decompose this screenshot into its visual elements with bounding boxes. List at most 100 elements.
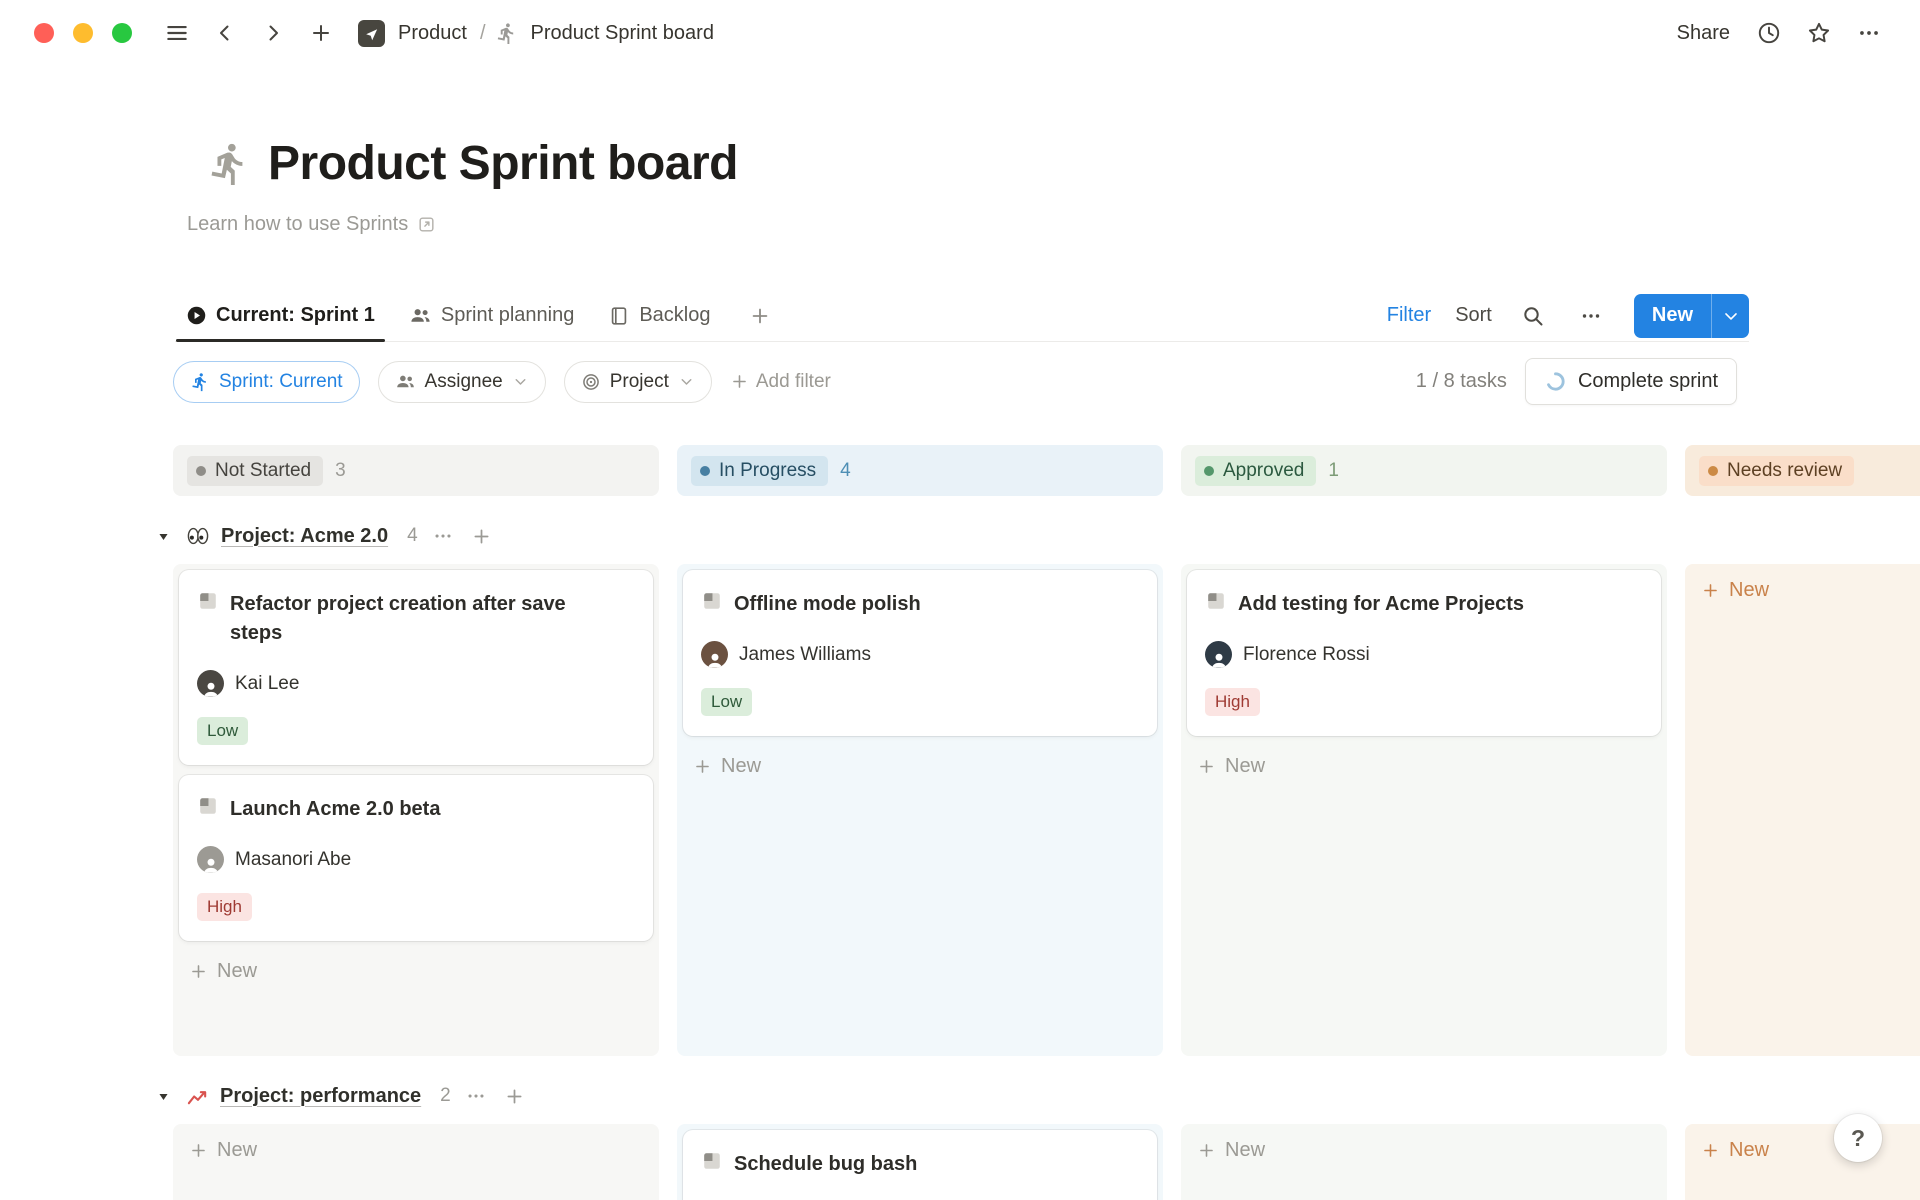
share-button[interactable]: Share [1667, 16, 1740, 51]
column-count: 1 [1328, 460, 1339, 482]
board-cell-needs-review: New [1685, 564, 1920, 1056]
group-header: Project: performance 2 [151, 1082, 1920, 1110]
board-cell-in-progress: Schedule bug bash [677, 1124, 1163, 1200]
new-dropdown-icon[interactable] [1711, 294, 1749, 338]
card-title: Launch Acme 2.0 beta [230, 795, 440, 824]
runner-icon-large[interactable] [206, 141, 252, 187]
avatar [1205, 641, 1232, 668]
complete-sprint-button[interactable]: Complete sprint [1525, 358, 1737, 405]
group-more-icon[interactable] [462, 1082, 490, 1110]
new-card-button[interactable]: New [179, 1130, 653, 1171]
card-title: Refactor project creation after save ste… [230, 590, 610, 648]
task-card[interactable]: Launch Acme 2.0 beta Masanori Abe High [179, 775, 653, 941]
tab-backlog[interactable]: Backlog [608, 290, 710, 341]
new-card-button[interactable]: New [179, 951, 653, 992]
favorite-icon[interactable] [1798, 12, 1840, 54]
add-view-icon[interactable] [745, 301, 775, 331]
board-cell-needs-review: New [1685, 1124, 1920, 1200]
project-filter-pill[interactable]: Project [564, 361, 712, 403]
sort-button[interactable]: Sort [1455, 304, 1492, 327]
column-header-approved[interactable]: Approved 1 [1181, 445, 1667, 496]
new-card-button[interactable]: New [1691, 570, 1920, 611]
card-title: Offline mode polish [734, 590, 921, 619]
column-header-not-started[interactable]: Not Started 3 [173, 445, 659, 496]
learn-sprints-link[interactable]: Learn how to use Sprints [187, 213, 436, 236]
breadcrumb-current[interactable]: Product Sprint board [527, 19, 718, 48]
collapse-group-icon[interactable] [151, 524, 175, 548]
group-add-icon[interactable] [468, 522, 496, 550]
group-title[interactable]: Project: Acme 2.0 [221, 525, 388, 548]
task-card[interactable]: Add testing for Acme Projects Florence R… [1187, 570, 1661, 736]
history-icon[interactable] [1748, 12, 1790, 54]
tab-sprint-planning[interactable]: Sprint planning [409, 290, 574, 341]
column-header-needs-review[interactable]: Needs review [1685, 445, 1920, 496]
status-dot [700, 466, 710, 476]
collapse-group-icon[interactable] [151, 1084, 175, 1108]
learn-link-label: Learn how to use Sprints [187, 213, 408, 236]
task-card[interactable]: Offline mode polish James Williams Low [683, 570, 1157, 736]
nav-back-icon[interactable] [204, 12, 246, 54]
column-title: In Progress [719, 460, 816, 482]
assignee-name: James Williams [739, 644, 871, 666]
new-split-button: New [1634, 294, 1749, 338]
view-options-icon[interactable] [1574, 299, 1608, 333]
help-button[interactable]: ? [1834, 1114, 1882, 1162]
task-card[interactable]: Schedule bug bash [683, 1130, 1157, 1200]
avatar [701, 641, 728, 668]
priority-tag: High [1205, 688, 1260, 716]
column-count: 4 [840, 460, 851, 482]
project-filter-label: Project [610, 371, 669, 393]
assignee-name: Masanori Abe [235, 849, 351, 871]
sprint-filter-label: Sprint: Current [219, 371, 343, 393]
external-link-icon [417, 215, 436, 234]
zoom-window-button[interactable] [112, 23, 132, 43]
nav-forward-icon[interactable] [252, 12, 294, 54]
assignee-filter-pill[interactable]: Assignee [378, 361, 546, 403]
group-add-icon[interactable] [501, 1082, 529, 1110]
people-icon [395, 371, 416, 392]
new-card-button[interactable]: New [683, 746, 1157, 787]
new-card-button[interactable]: New [1691, 1130, 1920, 1171]
card-title: Add testing for Acme Projects [1238, 590, 1524, 619]
group-title[interactable]: Project: performance [220, 1085, 421, 1108]
filter-button[interactable]: Filter [1387, 304, 1431, 327]
close-window-button[interactable] [34, 23, 54, 43]
plus-icon [189, 1141, 208, 1160]
minimize-window-button[interactable] [73, 23, 93, 43]
search-icon[interactable] [1516, 299, 1550, 333]
chevron-down-icon [512, 373, 529, 390]
assignee-name: Kai Lee [235, 673, 299, 695]
plus-icon [693, 757, 712, 776]
window-titlebar: Product / Product Sprint board Share [0, 0, 1920, 66]
board-cell-not-started: New [173, 1124, 659, 1200]
play-icon [186, 305, 207, 326]
sprint-filter-pill[interactable]: Sprint: Current [173, 361, 360, 403]
new-card-button[interactable]: New [1187, 746, 1661, 787]
sidebar-menu-icon[interactable] [156, 12, 198, 54]
new-button[interactable]: New [1634, 294, 1711, 338]
tab-label: Sprint planning [441, 304, 574, 327]
page-icon [1205, 590, 1227, 612]
page-title[interactable]: Product Sprint board [268, 136, 738, 191]
teamspace-icon [358, 20, 385, 47]
group-count: 4 [407, 525, 418, 547]
avatar [197, 846, 224, 873]
tab-current-sprint[interactable]: Current: Sprint 1 [186, 290, 375, 341]
new-page-icon[interactable] [300, 12, 342, 54]
tab-label: Backlog [639, 304, 710, 327]
breadcrumb-root[interactable]: Product [394, 19, 471, 48]
more-icon[interactable] [1848, 12, 1890, 54]
task-card[interactable]: Refactor project creation after save ste… [179, 570, 653, 765]
group-more-icon[interactable] [429, 522, 457, 550]
column-header-in-progress[interactable]: In Progress 4 [677, 445, 1163, 496]
new-card-button[interactable]: New [1187, 1130, 1661, 1171]
plus-icon [1197, 1141, 1216, 1160]
board-cell-approved: Add testing for Acme Projects Florence R… [1181, 564, 1667, 1056]
task-count: 1 / 8 tasks [1416, 370, 1507, 393]
target-icon [581, 372, 601, 392]
complete-sprint-label: Complete sprint [1578, 370, 1718, 393]
plus-icon [189, 962, 208, 981]
tab-label: Current: Sprint 1 [216, 304, 375, 327]
assignee-filter-label: Assignee [425, 371, 503, 393]
add-filter-button[interactable]: Add filter [730, 371, 831, 393]
